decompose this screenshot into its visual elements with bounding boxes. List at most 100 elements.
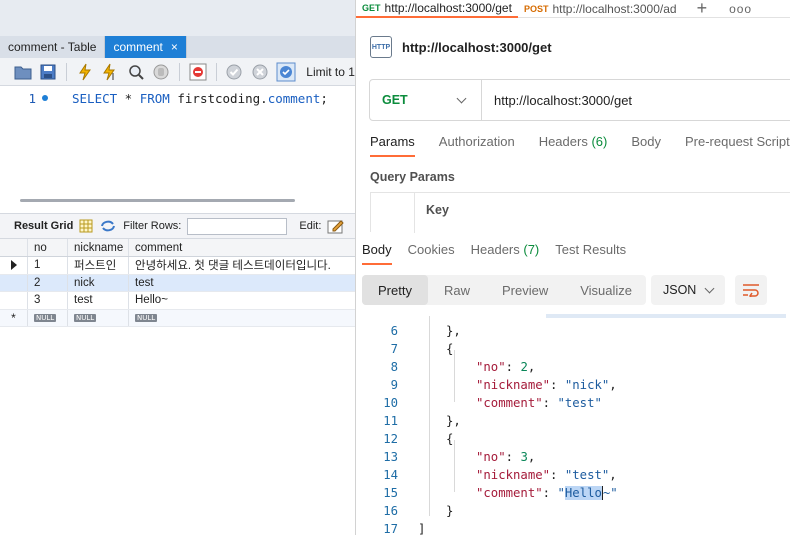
toolbar-separator — [66, 62, 68, 81]
tab-url: http://localhost:3000/ad — [552, 1, 677, 16]
code-line: 13 "no": 3, — [356, 448, 790, 466]
tab-headers[interactable]: Headers (6) — [539, 134, 608, 157]
table-cell[interactable]: nick — [68, 274, 129, 291]
toggle-errors-button[interactable] — [187, 61, 209, 83]
table-cell[interactable]: 퍼스트인 — [68, 257, 129, 274]
execute-current-button[interactable] — [100, 61, 122, 83]
autocommit-icon — [276, 62, 295, 81]
edit-label: Edit: — [299, 220, 322, 232]
editor-horizontal-scrollbar[interactable] — [0, 196, 355, 210]
checkbox-column — [371, 193, 415, 233]
line-number: 11 — [383, 414, 398, 428]
save-icon — [40, 64, 56, 79]
view-pretty[interactable]: Pretty — [362, 275, 428, 305]
limit-rows-select[interactable]: Limit to 1 — [306, 65, 355, 79]
table-row[interactable]: 2 nick test — [0, 274, 355, 292]
view-visualize[interactable]: Visualize — [564, 275, 648, 305]
table-cell[interactable]: 안녕하세요. 첫 댓글 테스트데이터입니다. — [129, 257, 355, 274]
new-row-marker: * — [0, 309, 28, 326]
wrap-lines-button[interactable] — [735, 275, 767, 305]
scrollbar-thumb[interactable] — [20, 199, 295, 202]
table-cell[interactable]: test — [129, 275, 355, 292]
table-cell[interactable]: test — [68, 292, 129, 309]
table-row[interactable]: 1 퍼스트인 안녕하세요. 첫 댓글 테스트데이터입니다. — [0, 257, 355, 275]
view-raw[interactable]: Raw — [428, 275, 486, 305]
code-text: "no": 2, — [476, 360, 536, 374]
refresh-icon[interactable] — [99, 219, 117, 233]
tab-params[interactable]: Params — [370, 134, 415, 157]
table-cell[interactable]: 2 — [28, 274, 68, 291]
autocommit-button[interactable] — [275, 61, 297, 83]
execute-button[interactable] — [74, 61, 96, 83]
filter-rows-input[interactable] — [187, 217, 288, 235]
null-cell[interactable]: NULL — [68, 309, 129, 326]
tab-comment-query[interactable]: comment × — [105, 36, 187, 58]
method-select[interactable]: GET — [370, 80, 482, 120]
query-params-heading: Query Params — [370, 170, 455, 184]
close-icon[interactable]: × — [171, 40, 178, 54]
code-text: "nickname": "test", — [476, 468, 617, 482]
line-number: 17 — [383, 522, 398, 535]
request-title[interactable]: http://localhost:3000/get — [402, 40, 552, 55]
response-tab-cookies[interactable]: Cookies — [408, 242, 455, 265]
line-number: 6 — [390, 324, 398, 338]
format-select[interactable]: JSON — [651, 275, 725, 305]
table-cell[interactable]: 3 — [28, 292, 68, 309]
rollback-button[interactable] — [249, 61, 271, 83]
save-button[interactable] — [38, 61, 60, 83]
error-toggle-icon — [189, 63, 207, 80]
chevron-down-icon — [704, 283, 715, 293]
request-tab-get[interactable]: GET http://localhost:3000/get — [356, 0, 518, 18]
request-tabs-bar: GET http://localhost:3000/get POST http:… — [356, 0, 790, 18]
column-header-no[interactable]: no — [28, 239, 68, 256]
sql-toolbar: Limit to 1 — [0, 58, 355, 86]
null-cell[interactable]: NULL — [129, 310, 355, 327]
new-row[interactable]: * NULL NULL NULL — [0, 309, 355, 327]
line-number: 9 — [390, 378, 398, 392]
code-line: 11 }, — [356, 412, 790, 430]
workbench-panel: comment - Table comment × Limit to 1 1 S… — [0, 0, 355, 535]
explain-button[interactable] — [125, 61, 147, 83]
code-line: 14 "nickname": "test", — [356, 466, 790, 484]
response-body-editor[interactable]: 6 }, 7 { 8 "no": 2, 9 "nickname": "nick"… — [356, 316, 790, 535]
code-text: }, — [446, 324, 461, 338]
open-file-button[interactable] — [12, 61, 34, 83]
null-cell[interactable]: NULL — [28, 309, 68, 326]
code-text: "comment": "test" — [476, 396, 602, 410]
result-grid-toolbar: Result Grid Filter Rows: Edit: — [0, 213, 355, 239]
grid-header-row: no nickname comment — [0, 239, 355, 257]
magnifier-icon — [129, 64, 144, 80]
view-preview[interactable]: Preview — [486, 275, 564, 305]
tab-prerequest-script[interactable]: Pre-request Script — [685, 134, 790, 157]
response-tab-test-results[interactable]: Test Results — [555, 242, 626, 265]
chevron-down-icon — [456, 93, 467, 103]
code-line: 6 }, — [356, 322, 790, 340]
row-marker — [0, 274, 28, 291]
code-text: } — [446, 504, 454, 518]
code-line: 12 { — [356, 430, 790, 448]
edit-pencil-icon[interactable] — [327, 218, 345, 234]
table-cell[interactable]: Hello~ — [129, 292, 355, 309]
table-row[interactable]: 3 test Hello~ — [0, 292, 355, 310]
result-grid-label[interactable]: Result Grid — [14, 220, 73, 232]
code-text: "no": 3, — [476, 450, 536, 464]
commit-button[interactable] — [224, 61, 246, 83]
sql-editor[interactable]: 1 SELECT * FROM firstcoding.comment; — [0, 86, 355, 190]
request-section-tabs: Params Authorization Headers (6) Body Pr… — [370, 134, 790, 157]
more-tabs-icon[interactable]: ooo — [729, 2, 752, 16]
grid-icon[interactable] — [79, 219, 93, 233]
new-tab-plus-icon[interactable]: + — [697, 0, 708, 19]
response-tab-headers[interactable]: Headers (7) — [471, 242, 540, 265]
url-input[interactable]: http://localhost:3000/get — [494, 93, 632, 108]
column-header-comment[interactable]: comment — [129, 239, 355, 256]
stop-button[interactable] — [151, 61, 173, 83]
check-circle-icon — [226, 64, 242, 79]
request-tab-post[interactable]: POST http://localhost:3000/ad — [518, 0, 683, 18]
column-header-nickname[interactable]: nickname — [68, 239, 129, 256]
tab-comment-table[interactable]: comment - Table — [0, 36, 106, 58]
tab-authorization[interactable]: Authorization — [439, 134, 515, 157]
response-tab-body[interactable]: Body — [362, 242, 392, 265]
line-number: 15 — [383, 486, 398, 500]
tab-body[interactable]: Body — [631, 134, 661, 157]
table-cell[interactable]: 1 — [28, 257, 68, 274]
